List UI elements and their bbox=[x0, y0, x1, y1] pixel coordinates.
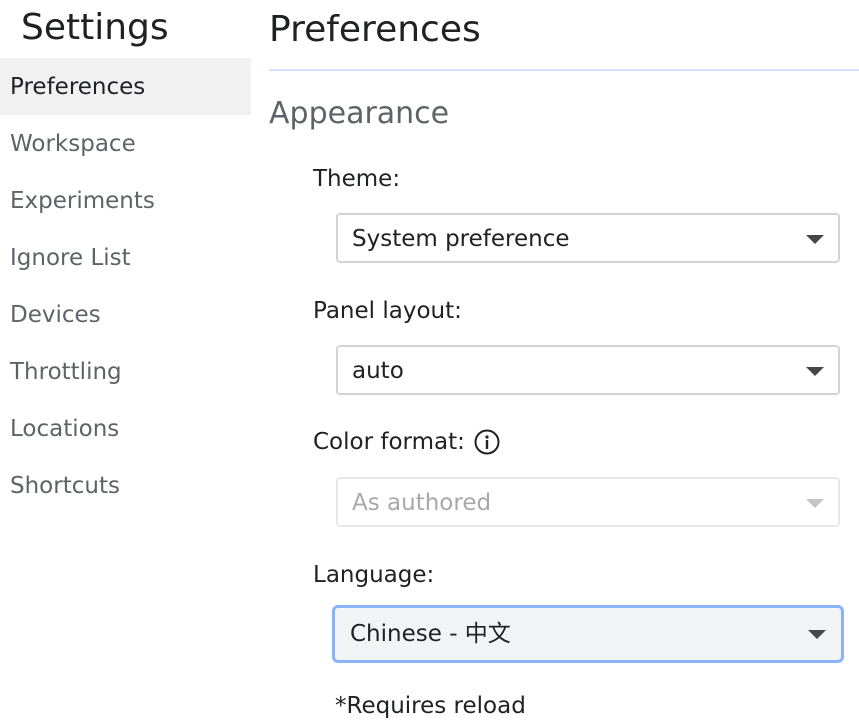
chevron-down-icon bbox=[806, 235, 824, 244]
color-format-select-value: As authored bbox=[352, 490, 492, 516]
theme-select[interactable]: System preference bbox=[336, 213, 840, 263]
requires-reload-note: *Requires reload bbox=[335, 693, 526, 719]
sidebar-item-throttling[interactable]: Throttling bbox=[0, 343, 251, 400]
settings-title: Settings bbox=[21, 7, 169, 48]
theme-label: Theme: bbox=[313, 163, 400, 195]
panel-layout-label: Panel layout: bbox=[313, 295, 462, 327]
chevron-down-icon bbox=[806, 367, 824, 376]
section-title-appearance: Appearance bbox=[269, 96, 450, 131]
theme-select-value: System preference bbox=[352, 226, 570, 252]
chevron-down-icon bbox=[806, 499, 824, 508]
color-format-label-text: Color format: bbox=[313, 429, 465, 455]
chevron-down-icon bbox=[808, 630, 826, 639]
panel-layout-select[interactable]: auto bbox=[336, 345, 840, 395]
settings-nav: Preferences Workspace Experiments Ignore… bbox=[0, 58, 251, 514]
language-select[interactable]: Chinese - 中文 bbox=[332, 605, 844, 663]
sidebar-item-experiments[interactable]: Experiments bbox=[0, 172, 251, 229]
sidebar-item-devices[interactable]: Devices bbox=[0, 286, 251, 343]
sidebar-item-ignore-list[interactable]: Ignore List bbox=[0, 229, 251, 286]
settings-content: Preferences Appearance Theme: System pre… bbox=[269, 0, 859, 726]
panel-layout-select-value: auto bbox=[352, 358, 404, 384]
sidebar-item-shortcuts[interactable]: Shortcuts bbox=[0, 457, 251, 514]
page-title: Preferences bbox=[269, 9, 481, 50]
sidebar-item-preferences[interactable]: Preferences bbox=[0, 58, 251, 115]
settings-sidebar: Settings Preferences Workspace Experimen… bbox=[0, 0, 251, 726]
language-label-text: Language: bbox=[313, 562, 435, 588]
theme-label-text: Theme: bbox=[313, 166, 401, 192]
color-format-select: As authored bbox=[336, 477, 840, 527]
title-divider bbox=[269, 69, 859, 71]
sidebar-item-workspace[interactable]: Workspace bbox=[0, 115, 251, 172]
language-select-value: Chinese - 中文 bbox=[350, 621, 511, 647]
sidebar-item-locations[interactable]: Locations bbox=[0, 400, 251, 457]
color-format-label: Color format: bbox=[313, 426, 500, 458]
info-icon[interactable] bbox=[474, 429, 500, 455]
panel-layout-label-text: Panel layout: bbox=[313, 298, 462, 324]
language-label: Language: bbox=[313, 559, 434, 591]
